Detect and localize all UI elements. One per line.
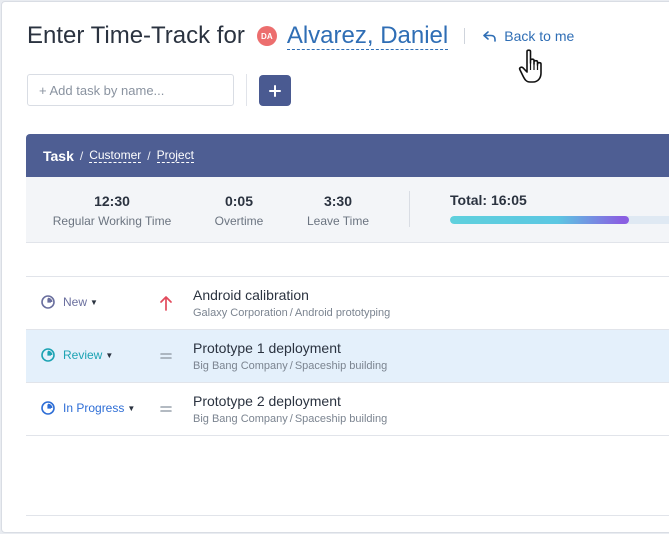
task-customer-project: Galaxy Corporation / Android prototyping xyxy=(193,307,390,319)
task-path-separator: / xyxy=(289,307,293,319)
page-title: Enter Time-Track for xyxy=(27,22,245,49)
total-time: Total: 16:05 xyxy=(450,192,527,208)
avatar: DA xyxy=(256,26,277,46)
add-task-button[interactable] xyxy=(259,75,291,106)
caret-down-icon: ▼ xyxy=(90,297,98,307)
total-progress-bar xyxy=(450,216,669,224)
task-project: Spaceship building xyxy=(294,413,388,425)
title-divider xyxy=(464,28,466,44)
list-bottom-border xyxy=(26,515,669,516)
regular-time-value: 12:30 xyxy=(94,193,130,209)
status-label: Review xyxy=(63,348,103,362)
leave-time-label: Leave Time xyxy=(306,214,370,228)
status-dropdown[interactable]: New ▼ xyxy=(41,295,98,309)
time-summary: 12:30 Regular Working Time 0:05 Overtime… xyxy=(26,177,669,243)
overtime-value: 0:05 xyxy=(224,193,254,209)
header-project-sort[interactable]: Project xyxy=(156,148,194,163)
priority-high-arrow-icon xyxy=(158,293,174,313)
toolbar-divider xyxy=(246,74,247,106)
status-dropdown[interactable]: In Progress ▼ xyxy=(41,401,135,415)
task-name[interactable]: Android calibration xyxy=(193,287,309,303)
status-clock-icon xyxy=(41,295,55,309)
hand-pointer-cursor-icon xyxy=(518,49,542,83)
regular-time-stat: 12:30 Regular Working Time xyxy=(52,193,172,228)
leave-time-value: 3:30 xyxy=(323,193,353,209)
caret-down-icon: ▼ xyxy=(105,350,114,360)
add-task-input[interactable] xyxy=(27,74,234,106)
title-row: Enter Time-Track for DA Alvarez, Daniel … xyxy=(27,20,574,52)
header-separator: / xyxy=(79,148,84,163)
time-track-page: Enter Time-Track for DA Alvarez, Daniel … xyxy=(1,1,669,533)
status-label: New xyxy=(63,295,88,309)
plus-icon xyxy=(269,84,281,97)
status-clock-icon xyxy=(41,348,55,362)
header-separator: / xyxy=(147,148,151,163)
back-to-me-label: Back to me xyxy=(504,28,575,44)
regular-time-label: Regular Working Time xyxy=(52,214,172,228)
header-task-label: Task xyxy=(43,147,74,164)
task-customer-project: Big Bang Company / Spaceship building xyxy=(193,360,387,372)
task-path-separator: / xyxy=(289,413,293,425)
overtime-stat: 0:05 Overtime xyxy=(204,193,274,228)
priority-normal-equals-icon xyxy=(158,346,174,366)
status-label: In Progress xyxy=(63,401,125,415)
summary-divider xyxy=(409,191,410,227)
leave-time-stat: 3:30 Leave Time xyxy=(302,193,374,228)
task-customer: Big Bang Company xyxy=(193,413,288,425)
caret-down-icon: ▼ xyxy=(127,403,136,413)
task-customer: Galaxy Corporation xyxy=(193,307,288,319)
total-progress-fill xyxy=(450,216,630,224)
status-dropdown[interactable]: Review ▼ xyxy=(41,348,113,362)
task-project: Android prototyping xyxy=(294,307,391,319)
task-customer-project: Big Bang Company / Spaceship building xyxy=(193,413,387,425)
task-row[interactable]: Review ▼ Prototype 1 deployment Big Bang Co… xyxy=(26,330,669,383)
user-name-link[interactable]: Alvarez, Daniel xyxy=(286,22,449,50)
back-to-me-link[interactable]: Back to me xyxy=(483,28,574,44)
priority-normal-equals-icon xyxy=(158,399,174,419)
task-customer: Big Bang Company xyxy=(193,360,288,372)
header-customer-sort[interactable]: Customer xyxy=(89,148,142,163)
overtime-label: Overtime xyxy=(214,214,264,228)
task-row[interactable]: In Progress ▼ Prototype 2 deployment Big Ba… xyxy=(26,383,669,436)
task-path-separator: / xyxy=(289,360,293,372)
task-name[interactable]: Prototype 1 deployment xyxy=(193,340,341,356)
status-clock-icon xyxy=(41,401,55,415)
task-name[interactable]: Prototype 2 deployment xyxy=(193,393,341,409)
task-row[interactable]: New ▼ Android calibration Galaxy Corporatio… xyxy=(26,277,669,330)
reply-arrow-icon xyxy=(483,30,497,42)
task-table-header: Task / Customer / Project xyxy=(26,134,669,177)
task-project: Spaceship building xyxy=(294,360,388,372)
